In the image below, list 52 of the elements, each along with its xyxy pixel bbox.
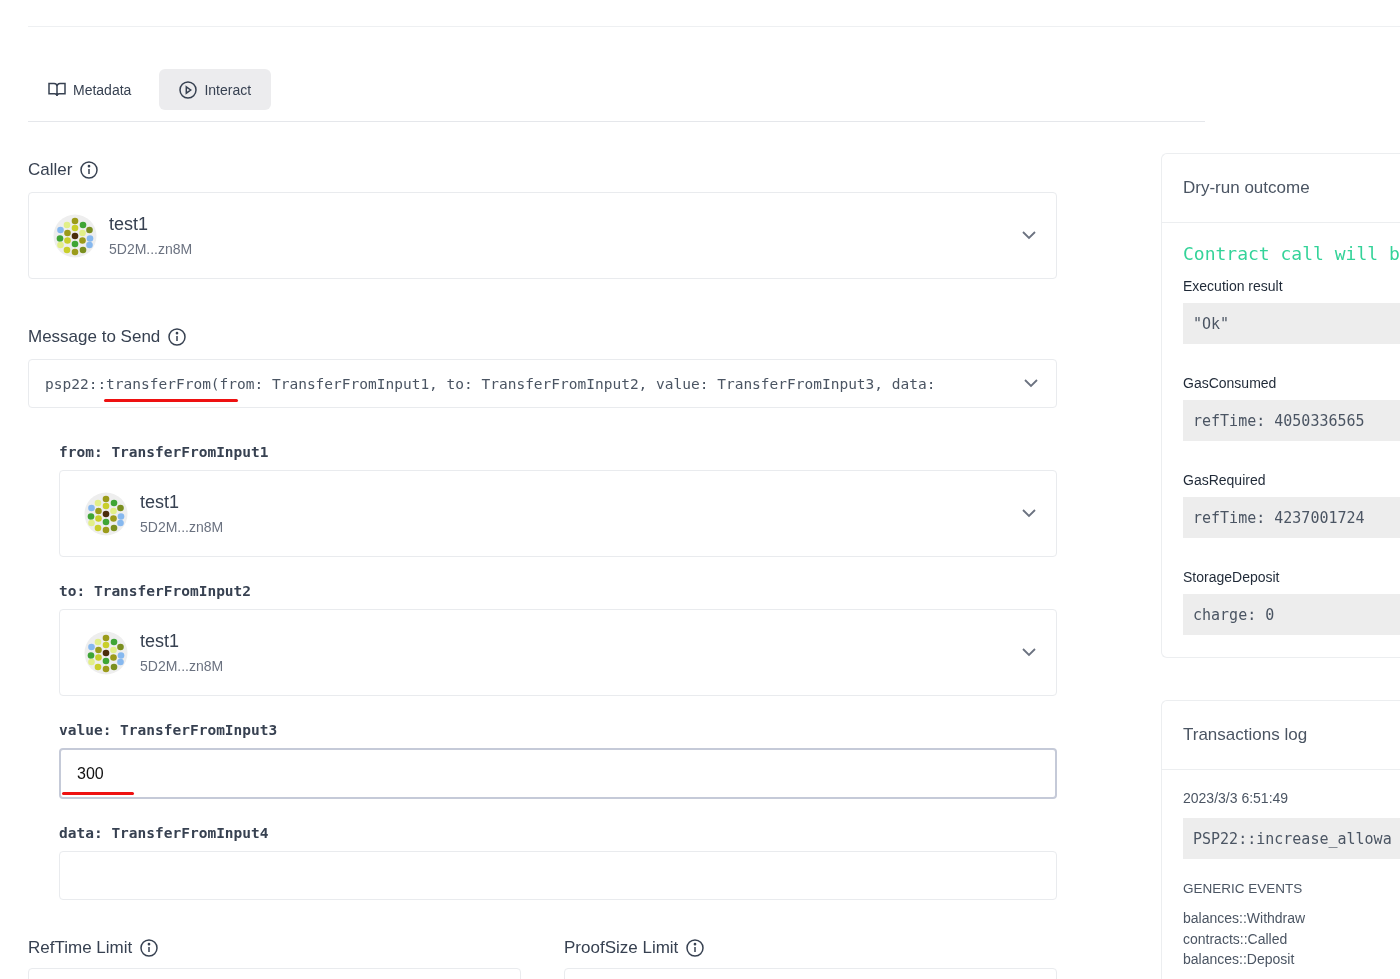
account-name: test1	[140, 631, 181, 652]
panel-title: Transactions log	[1183, 725, 1308, 745]
chevron-down-icon[interactable]	[1024, 379, 1038, 388]
result-label: StorageDeposit	[1183, 569, 1281, 585]
transaction-message: PSP22::increase_allowa	[1183, 818, 1400, 859]
event-item: balances::Deposit	[1183, 950, 1296, 969]
argument-label: to: TransferFromInput2	[59, 583, 253, 599]
field-label: Message to Send	[28, 327, 161, 347]
chevron-down-icon[interactable]	[1022, 509, 1036, 518]
account-address: 5D2M...zn8M	[140, 519, 225, 535]
result-label: GasConsumed	[1183, 375, 1278, 391]
info-icon	[168, 328, 187, 346]
book-icon	[48, 82, 66, 97]
account-name: test1	[140, 492, 181, 513]
tab[interactable]: Interact	[159, 69, 272, 110]
field-label: Caller	[28, 160, 73, 180]
field-label: RefTime Limit	[28, 938, 133, 958]
info-icon	[686, 939, 705, 957]
argument-label: from: TransferFromInput1	[59, 444, 270, 460]
argument-label: value: TransferFromInput3	[59, 722, 279, 738]
result-value: refTime: 4237001724	[1183, 497, 1400, 538]
identicon-avatar-drawing	[84, 491, 128, 536]
field-label: ProofSize Limit	[564, 938, 679, 958]
account-select[interactable]: test1 5D2M...zn8M	[59, 470, 1057, 557]
message-select[interactable]: psp22::transferFrom(from: TransferFromInput1, to: TransferFromInput2, value: TransferFromInput3, data:	[28, 359, 1057, 408]
identicon-avatar-drawing	[53, 213, 97, 258]
status-message: Contract call will b	[1183, 243, 1400, 264]
events-heading: GENERIC EVENTS	[1183, 881, 1304, 896]
result-label: Execution result	[1183, 278, 1284, 294]
message-signature: psp22::transferFrom(from: TransferFromInput1, to: TransferFromInput2, value: TransferFromInput3, data:	[45, 375, 937, 392]
info-icon	[140, 939, 159, 957]
info-icon	[80, 161, 99, 179]
argument-input[interactable]: 300	[59, 748, 1057, 799]
result-value: "Ok"	[1183, 303, 1400, 344]
chevron-down-icon[interactable]	[1022, 231, 1036, 240]
chevron-down-icon[interactable]	[1022, 648, 1036, 657]
tab[interactable]: Metadata	[28, 69, 152, 110]
result-value: charge: 0	[1183, 594, 1400, 635]
account-address: 5D2M...zn8M	[109, 241, 194, 257]
argument-label: data: TransferFromInput4	[59, 825, 270, 841]
account-select[interactable]: test1 5D2M...zn8M	[28, 192, 1057, 279]
event-item: balances::Withdraw	[1183, 909, 1307, 928]
event-item: contracts::Called	[1183, 929, 1289, 949]
account-name: test1	[109, 214, 150, 235]
result-label: GasRequired	[1183, 472, 1267, 488]
transaction-time: 2023/3/3 6:51:49	[1183, 790, 1290, 806]
account-select[interactable]: test1 5D2M...zn8M	[59, 609, 1057, 696]
panel-title: Dry-run outcome	[1183, 178, 1310, 198]
identicon-avatar-drawing	[84, 630, 128, 675]
play-circle-icon	[179, 80, 198, 99]
result-value: refTime: 4050336565	[1183, 400, 1400, 441]
account-address: 5D2M...zn8M	[140, 658, 225, 674]
